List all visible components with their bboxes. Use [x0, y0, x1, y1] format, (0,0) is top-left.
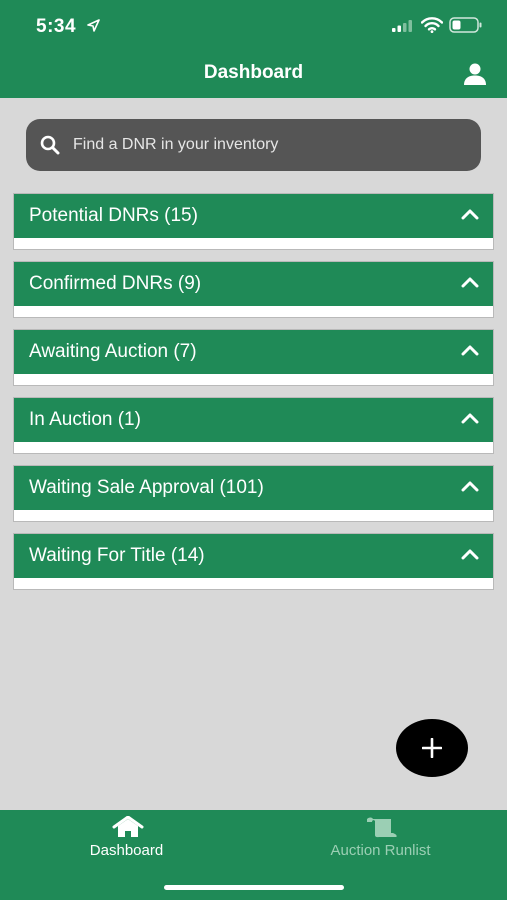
section-title: Waiting For Title (14)	[29, 545, 205, 566]
location-arrow-icon	[87, 19, 100, 32]
page-title: Dashboard	[203, 62, 304, 83]
chevron-up-icon[interactable]	[461, 412, 479, 424]
search-input[interactable]	[73, 119, 463, 171]
chevron-up-icon[interactable]	[461, 344, 479, 356]
status-bar: 5:34	[0, 0, 507, 50]
plus-icon	[422, 738, 442, 758]
scroll-icon	[367, 817, 397, 838]
section-header[interactable]: Waiting For Title (14)	[14, 534, 493, 578]
section-title: Confirmed DNRs (9)	[29, 273, 202, 294]
status-time: 5:34	[36, 16, 77, 37]
home-indicator[interactable]	[164, 885, 344, 890]
chevron-up-icon[interactable]	[461, 548, 479, 560]
section-awaiting-auction[interactable]: Awaiting Auction (7)	[13, 329, 494, 386]
section-potential-dnrs[interactable]: Potential DNRs (15)	[13, 193, 494, 250]
search-icon	[40, 135, 60, 155]
section-title: Waiting Sale Approval (101)	[29, 477, 264, 498]
section-title: Potential DNRs (15)	[29, 205, 198, 226]
home-icon	[112, 816, 144, 837]
section-in-auction[interactable]: In Auction (1)	[13, 397, 494, 454]
tab-bar: Dashboard Auction Runlist	[0, 810, 507, 900]
tab-auction-runlist[interactable]: Auction Runlist	[254, 810, 507, 880]
section-header[interactable]: In Auction (1)	[14, 398, 493, 442]
section-header[interactable]: Waiting Sale Approval (101)	[14, 466, 493, 510]
section-waiting-for-title[interactable]: Waiting For Title (14)	[13, 533, 494, 590]
chevron-up-icon[interactable]	[461, 480, 479, 492]
chevron-up-icon[interactable]	[461, 276, 479, 288]
section-waiting-sale-approval[interactable]: Waiting Sale Approval (101)	[13, 465, 494, 522]
user-icon[interactable]	[463, 63, 487, 85]
section-header[interactable]: Confirmed DNRs (9)	[14, 262, 493, 306]
section-header[interactable]: Awaiting Auction (7)	[14, 330, 493, 374]
section-header[interactable]: Potential DNRs (15)	[14, 194, 493, 238]
add-button[interactable]	[396, 719, 468, 777]
tab-label: Auction Runlist	[330, 842, 431, 859]
top-bar: 5:34 Dashboard	[0, 0, 507, 98]
cellular-signal-icon	[392, 20, 412, 32]
section-confirmed-dnrs[interactable]: Confirmed DNRs (9)	[13, 261, 494, 318]
chevron-up-icon[interactable]	[461, 208, 479, 220]
wifi-icon	[421, 17, 443, 33]
search-bar[interactable]	[26, 119, 481, 171]
tab-label: Dashboard	[89, 842, 164, 859]
section-title: Awaiting Auction (7)	[29, 341, 197, 362]
battery-icon	[449, 17, 482, 33]
tab-dashboard[interactable]: Dashboard	[0, 810, 253, 880]
section-title: In Auction (1)	[29, 409, 141, 430]
